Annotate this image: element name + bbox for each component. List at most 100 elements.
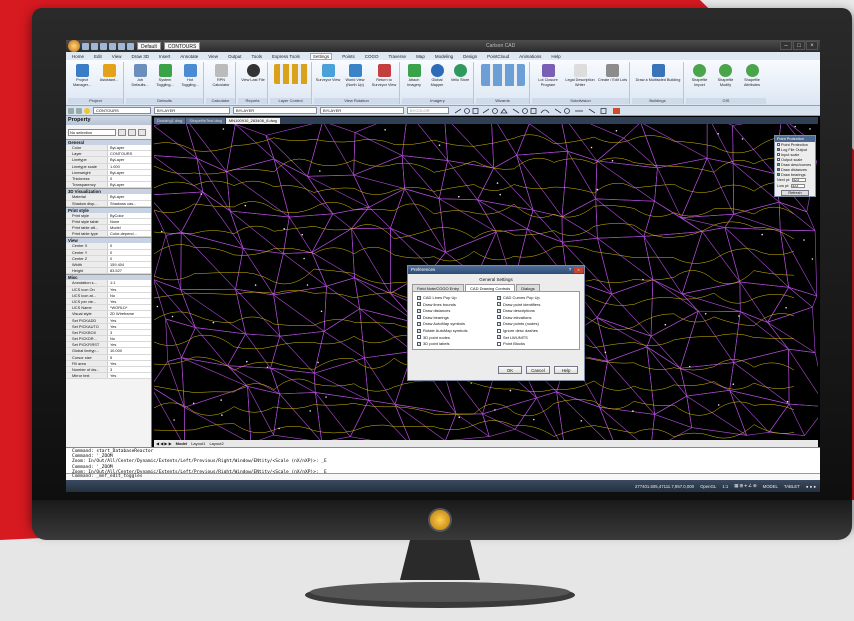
option-checkbox[interactable]: ✓ CAD Lines Pop Up [417, 295, 457, 300]
tab-insert[interactable]: Insert [159, 54, 170, 59]
create-edit-lots-button[interactable]: Create / Edit Lots [597, 64, 628, 83]
tab-map[interactable]: Map [416, 54, 425, 59]
undo-icon[interactable] [118, 42, 125, 50]
option-checkbox[interactable]: Point Blocks [497, 341, 525, 346]
tab-pointcloud[interactable]: PointCloud [487, 54, 509, 59]
property-value[interactable]: No [108, 292, 151, 298]
redo-icon[interactable] [127, 42, 134, 50]
tab-traverse[interactable]: Traverse [388, 54, 406, 59]
property-value[interactable]: Yes [108, 323, 151, 329]
tab-output[interactable]: Output [228, 54, 242, 59]
property-value[interactable]: 159.404 [108, 262, 151, 268]
surveyor-view-button[interactable]: Surveyor View [315, 64, 341, 83]
property-value[interactable]: Yes [108, 373, 151, 379]
tab-modeling[interactable]: Modeling [435, 54, 453, 59]
property-value[interactable]: 3 [108, 329, 151, 336]
option-checkbox[interactable]: ✓ Draw distances [417, 308, 450, 313]
new-icon[interactable] [82, 42, 89, 50]
tab-edit[interactable]: Edit [94, 54, 102, 59]
lot-closure-button[interactable]: Lot Closure Program [533, 64, 563, 87]
option-checkbox[interactable]: ✓ Rotate AutoMap symbols [417, 328, 467, 333]
system-toggling-button[interactable]: System Toggling... [153, 64, 177, 87]
command-input[interactable]: Command: _mnf_edit_toggles [66, 473, 820, 480]
option-checkbox[interactable]: ✓ Draw lines bounds [417, 302, 456, 307]
linetype-select[interactable]: BYLAYER [233, 107, 317, 114]
help-icon[interactable]: ? [567, 267, 573, 273]
property-value[interactable]: Yes [108, 298, 151, 305]
layer-tools-button[interactable] [273, 64, 309, 85]
option-checkbox[interactable]: 3D point nodes [417, 335, 450, 340]
tab-view[interactable]: View [112, 54, 122, 59]
option-checkbox[interactable]: ✓ Draw elevations [497, 315, 531, 320]
layout-tab-layout2[interactable]: Layout2 [209, 441, 223, 446]
ok-button[interactable]: OK [498, 366, 522, 374]
refresh-button[interactable]: Refresh [781, 190, 809, 196]
property-value[interactable]: 2D Wireframe [108, 311, 151, 317]
help-button[interactable]: Help [554, 366, 578, 374]
property-value[interactable]: 10.000 [108, 348, 151, 354]
model-space-toggle[interactable]: MODEL [763, 484, 778, 489]
view-last-file-button[interactable]: View Last File [240, 64, 266, 83]
tab-design[interactable]: Design [463, 54, 477, 59]
quick-select-icon[interactable] [118, 128, 126, 136]
layer-previous-icon[interactable] [76, 107, 82, 114]
plotstyle-select[interactable]: BYCOLOR [407, 107, 449, 114]
tab-tools[interactable]: Tools [251, 54, 262, 59]
quick-layer-select[interactable]: CONTOURS [163, 42, 201, 50]
property-value[interactable]: ByLayer [108, 157, 151, 163]
option-checkbox[interactable]: ✓ Draw descriptions [497, 308, 535, 313]
property-value[interactable]: 3 [108, 367, 151, 373]
tab-help[interactable]: Help [551, 54, 560, 59]
property-value[interactable]: 5 [108, 354, 151, 360]
hot-toggling-button[interactable]: Hot Toggling... [178, 64, 202, 87]
renderer-indicator[interactable]: OpenGL [700, 484, 716, 489]
property-value[interactable]: Yes [108, 342, 151, 348]
annotation-scale[interactable]: 1:1 [722, 484, 728, 489]
tab-view-2[interactable]: View [208, 54, 218, 59]
property-value[interactable]: Model [108, 225, 151, 231]
option-checkbox[interactable]: Ignore desc dashes [497, 328, 538, 333]
option-checkbox[interactable]: ✓ 3D point labels [417, 341, 449, 346]
shapefile-modify-button[interactable]: Shapefile Modify [713, 64, 738, 87]
next-point-input[interactable] [792, 178, 807, 182]
property-value[interactable]: Yes [108, 317, 151, 323]
draw-tools-icons[interactable] [453, 107, 703, 115]
tab-annotate[interactable]: Annotate [180, 54, 198, 59]
property-value[interactable]: ByLayer [108, 194, 151, 200]
tab-express-tools[interactable]: Express Tools [272, 54, 300, 59]
select-objects-icon[interactable] [128, 128, 136, 136]
option-checkbox[interactable]: ✓ Set LWUNITS [497, 335, 528, 340]
property-value[interactable]: 1.000 [108, 163, 151, 169]
cancel-button[interactable]: Cancel [526, 366, 550, 374]
grid-snap-icons[interactable]: ▦ ⊞ ⌖ ∠ ⊕ [734, 483, 756, 489]
property-value[interactable]: ByLayer [108, 182, 151, 188]
tab-dialogs[interactable]: Dialogs [516, 284, 540, 291]
property-value[interactable]: CONTOURS [108, 151, 151, 157]
tab-home[interactable]: Home [72, 54, 84, 59]
property-value[interactable]: 0 [108, 175, 151, 182]
property-value[interactable]: No [108, 336, 151, 342]
low-point-input[interactable] [791, 184, 806, 188]
multisided-building-button[interactable]: Draw a Multisided Building [634, 64, 682, 83]
return-surveyor-view-button[interactable]: Return to Surveyor View [369, 64, 399, 87]
lineweight-select[interactable]: BYLAYER [320, 107, 404, 114]
tab-field-note-entry[interactable]: Field Note/COGO Entry [412, 284, 465, 291]
layout-tab-layout1[interactable]: Layout1 [191, 441, 205, 446]
lightbulb-icon[interactable] [84, 107, 90, 114]
property-row[interactable]: Mirror text Yes [66, 373, 151, 380]
status-tray-icons[interactable]: ● ● ● [806, 484, 816, 489]
property-value[interactable]: None [108, 218, 151, 225]
panel-checkbox[interactable]: Draw desc/curves [775, 162, 815, 167]
property-value[interactable]: ByColor [108, 212, 151, 218]
option-checkbox[interactable]: ✓ Draw points (nodes) [497, 321, 539, 326]
option-checkbox[interactable]: ✓ Draw bearings [417, 315, 449, 320]
tab-settings[interactable]: Settings [309, 52, 333, 60]
property-value[interactable]: 0 [108, 255, 151, 261]
tab-cogo[interactable]: COGO [365, 54, 379, 59]
legal-description-button[interactable]: Legal Description Writer [564, 64, 596, 87]
layout-tab-model[interactable]: Model [176, 441, 188, 446]
layer-select[interactable]: CONTOURS [93, 107, 151, 114]
world-view-button[interactable]: World View (North Up) [342, 64, 368, 87]
property-value[interactable]: Color-depend... [108, 231, 151, 237]
assistant-button[interactable]: Assistant... [96, 64, 122, 83]
